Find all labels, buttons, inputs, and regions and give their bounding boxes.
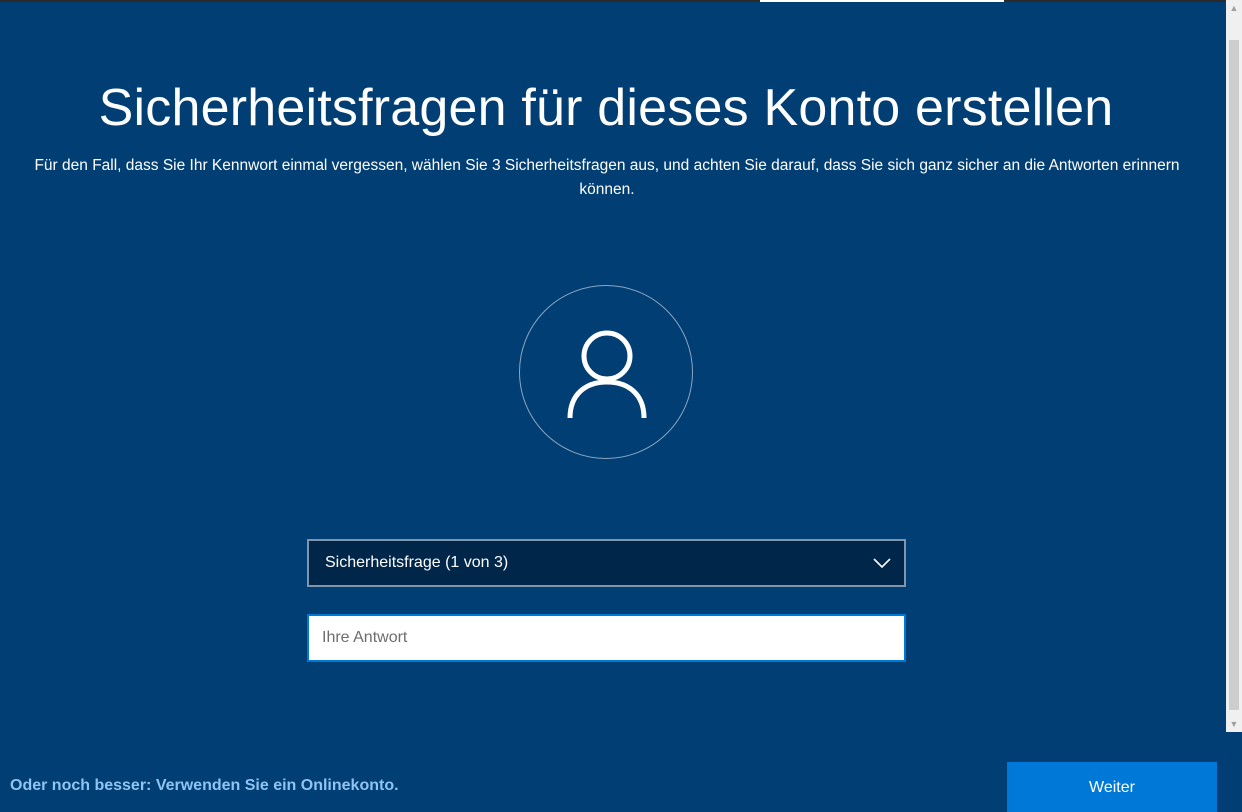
- setup-window: ▲ ▼ Sicherheitsfragen für dieses Konto e…: [0, 0, 1242, 812]
- security-question-select[interactable]: Sicherheitsfrage (1 von 3): [307, 539, 906, 587]
- online-account-link[interactable]: Oder noch besser: Verwenden Sie ein Onli…: [10, 777, 399, 795]
- top-indicator: [760, 0, 1004, 2]
- chevron-down-icon: [873, 558, 891, 569]
- user-icon: [567, 330, 647, 419]
- scroll-thumb[interactable]: [1229, 40, 1239, 710]
- scroll-up-icon[interactable]: ▲: [1226, 0, 1242, 16]
- security-question-value: Sicherheitsfrage (1 von 3): [325, 554, 509, 571]
- scroll-down-icon[interactable]: ▼: [1226, 716, 1242, 732]
- answer-input[interactable]: [307, 614, 906, 662]
- avatar: [519, 285, 693, 459]
- next-button[interactable]: Weiter: [1007, 762, 1217, 812]
- vertical-scrollbar[interactable]: ▲ ▼: [1226, 0, 1242, 732]
- top-edge: [0, 0, 1226, 2]
- page-title: Sicherheitsfragen für dieses Konto erste…: [98, 79, 1114, 137]
- page-description: Für den Fall, dass Sie Ihr Kennwort einm…: [34, 157, 1180, 198]
